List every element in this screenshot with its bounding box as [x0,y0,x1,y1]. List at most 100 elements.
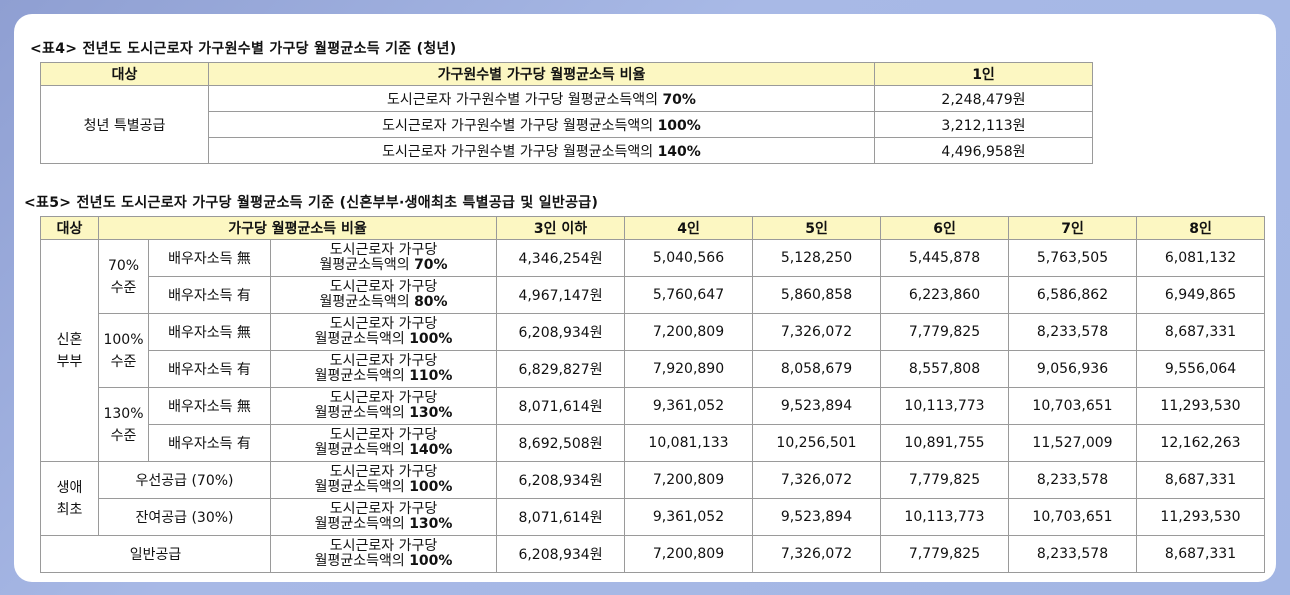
value-cell: 10,113,773 [880,498,1010,536]
desc-line: 월평균소득액의 110% [314,368,453,384]
table5-caption: <표5> 전년도 도시근로자 가구당 월평균소득 기준 (신혼부부·생애최초 특… [24,195,599,211]
table5-header-7person: 7인 [1008,216,1138,240]
table-row: 130% 수준 배우자소득 無 도시근로자 가구당 월평균소득액의 130% 8,071… [41,387,1266,462]
sub-category-cell: 배우자소득 有 [148,350,271,388]
table4-target-cell: 청년 특별공급 [40,85,209,164]
value-cell: 10,081,133 [624,424,754,462]
value-cell: 8,233,578 [1008,535,1138,573]
value-cell: 6,949,865 [1136,276,1266,314]
table5: 대상 가구당 월평균소득 비율 3인 이하 4인 5인 6인 7인 8인 신혼 … [40,216,1266,573]
value-cell: 7,779,825 [880,313,1010,351]
table-row: 100% 수준 배우자소득 無 도시근로자 가구당 월평균소득액의 100% 6,208… [41,313,1266,388]
table4-header-ratio: 가구원수별 가구당 월평균소득 비율 [208,62,875,86]
level-cell: 100% 수준 [98,313,149,388]
value-cell: 7,200,809 [624,313,754,351]
value-cell: 8,233,578 [1008,313,1138,351]
value-cell: 7,779,825 [880,535,1010,573]
table4-desc-cell: 도시근로자 가구원수별 가구당 월평균소득액의 70% [208,85,875,112]
value-cell: 6,223,860 [880,276,1010,314]
table4-desc-cell: 도시근로자 가구원수별 가구당 월평균소득액의 100% [208,111,875,138]
value-cell: 7,200,809 [624,535,754,573]
value-cell: 5,760,647 [624,276,754,314]
group-general: 일반공급 [40,535,271,573]
desc-line: 도시근로자 가구당 [329,501,438,517]
table5-header-6person: 6인 [880,216,1010,240]
value-cell: 9,056,936 [1008,350,1138,388]
ratio-desc-cell: 도시근로자 가구당 월평균소득액의 110% [269,350,498,388]
sub-category-cell: 배우자소득 無 [148,387,271,425]
ratio-desc-cell: 도시근로자 가구당 월평균소득액의 100% [269,461,498,499]
value-cell: 4,346,254원 [496,239,626,277]
table4-header-row: 대상 가구원수별 가구당 월평균소득 비율 1인 [40,62,1093,86]
table4-value-cell: 2,248,479원 [874,85,1093,112]
value-cell: 6,081,132 [1136,239,1266,277]
value-cell: 6,829,827원 [496,350,626,388]
desc-line: 월평균소득액의 100% [314,331,453,347]
table-row: 배우자소득 有 도시근로자 가구당 월평균소득액의 80% 4,967,147원 5,7… [41,276,1266,314]
table4-desc-cell: 도시근로자 가구원수별 가구당 월평균소득액의 140% [208,137,875,164]
sub-category-cell: 잔여공급 (30%) [98,498,271,536]
sub-category-cell: 배우자소득 無 [148,313,271,351]
table-row: 배우자소득 有 도시근로자 가구당 월평균소득액의 110% 6,829,827원 7,… [41,350,1266,388]
ratio-desc-cell: 도시근로자 가구당 월평균소득액의 70% [269,239,498,277]
value-cell: 9,523,894 [752,387,882,425]
value-cell: 8,233,578 [1008,461,1138,499]
value-cell: 11,293,530 [1136,387,1266,425]
value-cell: 5,040,566 [624,239,754,277]
desc-line: 도시근로자 가구당 [329,279,438,295]
value-cell: 10,703,651 [1008,387,1138,425]
desc-line: 도시근로자 가구당 [329,242,438,258]
value-cell: 5,860,858 [752,276,882,314]
value-cell: 7,326,072 [752,461,882,499]
ratio-desc-cell: 도시근로자 가구당 월평균소득액의 100% [269,535,498,573]
table4-value-cell: 4,496,958원 [874,137,1093,164]
ratio-desc-cell: 도시근로자 가구당 월평균소득액의 140% [269,424,498,462]
table4-header-1person: 1인 [874,62,1093,86]
value-cell: 8,071,614원 [496,498,626,536]
table5-header-4person: 4인 [624,216,754,240]
value-cell: 5,763,505 [1008,239,1138,277]
value-cell: 5,445,878 [880,239,1010,277]
ratio-desc-cell: 도시근로자 가구당 월평균소득액의 130% [269,387,498,425]
level-cell: 130% 수준 [98,387,149,462]
desc-line: 월평균소득액의 80% [319,294,448,310]
desc-line: 월평균소득액의 140% [314,442,453,458]
value-cell: 7,326,072 [752,313,882,351]
value-cell: 8,687,331 [1136,461,1266,499]
desc-line: 도시근로자 가구당 [329,538,438,554]
table-row: 배우자소득 有 도시근로자 가구당 월평균소득액의 140% 8,692,508원 10… [41,424,1266,462]
value-cell: 10,256,501 [752,424,882,462]
value-cell: 8,692,508원 [496,424,626,462]
sub-category-cell: 배우자소득 有 [148,424,271,462]
value-cell: 7,200,809 [624,461,754,499]
desc-line: 도시근로자 가구당 [329,464,438,480]
group-newlywed: 신혼 부부 [40,239,99,462]
sub-category-cell: 배우자소득 有 [148,276,271,314]
table-row: 청년 특별공급 도시근로자 가구원수별 가구당 월평균소득액의 70% 2,24… [40,85,1093,164]
table-row: 일반공급 도시근로자 가구당 월평균소득액의 100% 6,208,934원 7,200… [40,535,1266,573]
table4-header-target: 대상 [40,62,209,86]
value-cell: 12,162,263 [1136,424,1266,462]
group-first-time: 생애 최초 [40,461,99,536]
table-row: 잔여공급 (30%) 도시근로자 가구당 월평균소득액의 130% 8,071,614… [41,498,1266,536]
value-cell: 7,779,825 [880,461,1010,499]
desc-line: 도시근로자 가구당 [329,427,438,443]
ratio-desc-cell: 도시근로자 가구당 월평균소득액의 100% [269,313,498,351]
value-cell: 8,058,679 [752,350,882,388]
value-cell: 4,967,147원 [496,276,626,314]
value-cell: 5,128,250 [752,239,882,277]
value-cell: 11,293,530 [1136,498,1266,536]
ratio-desc-cell: 도시근로자 가구당 월평균소득액의 130% [269,498,498,536]
table-row: 신혼 부부 70% 수준 배우자소득 無 도시근로자 가구당 월평균소득액의 70% 4,… [40,239,1266,462]
value-cell: 6,586,862 [1008,276,1138,314]
table4-value-cell: 3,212,113원 [874,111,1093,138]
value-cell: 10,891,755 [880,424,1010,462]
desc-line: 월평균소득액의 130% [314,516,453,532]
value-cell: 7,326,072 [752,535,882,573]
desc-line: 월평균소득액의 100% [314,479,453,495]
value-cell: 6,208,934원 [496,535,626,573]
level-cell: 70% 수준 [98,239,149,314]
desc-line: 도시근로자 가구당 [329,316,438,332]
table5-header-target: 대상 [40,216,99,240]
value-cell: 11,527,009 [1008,424,1138,462]
